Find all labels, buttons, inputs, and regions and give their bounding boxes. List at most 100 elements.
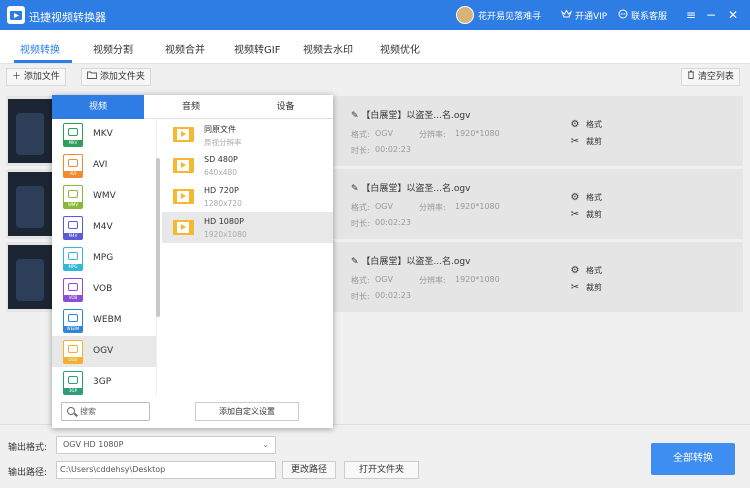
user-name[interactable]: 花开易见落难寻 xyxy=(478,9,541,22)
avatar[interactable] xyxy=(456,6,474,24)
quality-title: HD 720P xyxy=(204,186,239,195)
format-action[interactable]: ⚙ 格式 xyxy=(569,119,602,130)
gear-icon: ⚙ xyxy=(570,265,580,276)
close-icon[interactable]: ✕ xyxy=(724,6,742,24)
add-file-button[interactable]: ＋ 添加文件 xyxy=(6,68,66,86)
change-path-button[interactable]: 更改路径 xyxy=(282,461,336,479)
popup-tab-audio[interactable]: 音频 xyxy=(144,95,238,119)
gear-icon: ⚙ xyxy=(570,192,580,203)
quality-item-original[interactable]: 同原文件 原视分辨率 xyxy=(162,119,333,150)
tab-video-optimize[interactable]: 视频优化 xyxy=(380,41,420,56)
format-action[interactable]: ⚙ 格式 xyxy=(569,192,602,203)
popup-tab-video[interactable]: 视频 xyxy=(52,95,144,119)
quality-item-480p[interactable]: SD 480P 640x480 xyxy=(162,150,333,181)
file-name: ✎ 【白展堂】以盗圣...名.ogv xyxy=(351,184,471,194)
format-item-3gp[interactable]: 3GP 3GP xyxy=(52,367,156,395)
clear-list-button[interactable]: 清空列表 xyxy=(681,68,740,86)
active-tab-indicator xyxy=(14,60,72,63)
format-item-mkv[interactable]: MKV MKV xyxy=(52,119,156,150)
output-path-field[interactable]: C:\Users\cddehsy\Desktop xyxy=(56,461,276,479)
scissors-icon: ✂ xyxy=(570,282,580,293)
format-item-m4v[interactable]: M4V M4V xyxy=(52,212,156,243)
video-file-icon xyxy=(173,220,194,235)
duration-label: 时长: xyxy=(351,146,370,155)
format-item-wmv[interactable]: WMV WMV xyxy=(52,181,156,212)
add-file-label: 添加文件 xyxy=(23,72,60,82)
quality-title: 同原文件 xyxy=(204,125,236,134)
format-item-vob[interactable]: VOB VOB xyxy=(52,274,156,305)
vip-button[interactable]: 开通VIP xyxy=(560,9,608,22)
format-label: WEBM xyxy=(93,315,122,325)
quality-resolution: 640x480 xyxy=(204,168,238,177)
cut-action-label: 裁剪 xyxy=(586,210,602,219)
format-label: MKV xyxy=(93,129,113,139)
format-action-label: 格式 xyxy=(586,193,602,202)
format-list: MKV MKV AVI AVI WMV WMV M4V M4V MPG MPG VOB VO… xyxy=(52,119,157,395)
plus-icon: ＋ xyxy=(12,72,22,82)
format-label: AVI xyxy=(93,160,108,170)
clear-list-label: 清空列表 xyxy=(697,72,734,82)
quality-resolution: 1920x1080 xyxy=(204,230,247,239)
search-placeholder: 搜索 xyxy=(80,407,96,416)
menu-icon[interactable]: ≡ xyxy=(682,6,700,24)
tab-video-to-gif[interactable]: 视频转GIF xyxy=(234,41,280,56)
format-label: MPG xyxy=(93,253,114,263)
resolution-value: 1920*1080 xyxy=(455,202,500,211)
cut-action-label: 裁剪 xyxy=(586,283,602,292)
app-logo-icon xyxy=(7,6,25,24)
vip-label: 开通VIP xyxy=(575,12,608,22)
output-format-label: 输出格式: xyxy=(8,443,48,453)
scissors-icon: ✂ xyxy=(570,209,580,220)
user-info[interactable]: 花开易见落难寻 xyxy=(456,6,541,24)
cut-action[interactable]: ✂ 裁剪 xyxy=(569,282,602,293)
format-label: 格式: xyxy=(351,203,370,212)
format-action[interactable]: ⚙ 格式 xyxy=(569,265,602,276)
duration-label: 时长: xyxy=(351,219,370,228)
format-list-scrollbar[interactable] xyxy=(156,158,160,317)
add-custom-setting-button[interactable]: 添加自定义设置 xyxy=(195,402,299,421)
format-item-ogv[interactable]: OGV OGV xyxy=(52,336,156,367)
format-label: 3GP xyxy=(93,377,112,387)
output-path-value: C:\Users\cddehsy\Desktop xyxy=(60,465,166,474)
format-label: WMV xyxy=(93,191,116,201)
duration-value: 00:02:23 xyxy=(375,145,411,154)
format-value: OGV xyxy=(375,129,393,138)
wmv-file-icon: WMV xyxy=(63,185,83,209)
chevron-down-icon: ⌄ xyxy=(262,440,269,449)
output-format-select[interactable]: OGV HD 1080P ⌄ xyxy=(56,436,276,454)
bottom-bar: 输出格式: OGV HD 1080P ⌄ 输出路径: C:\Users\cdde… xyxy=(0,424,750,488)
cut-action[interactable]: ✂ 裁剪 xyxy=(569,136,602,147)
output-path-label: 输出路径: xyxy=(8,468,48,478)
convert-all-button[interactable]: 全部转换 xyxy=(651,443,735,475)
quality-item-720p[interactable]: HD 720P 1280x720 xyxy=(162,181,333,212)
webm-file-icon: WEBM xyxy=(63,309,83,333)
format-item-webm[interactable]: WEBM WEBM xyxy=(52,305,156,336)
support-button[interactable]: 联系客服 xyxy=(618,9,667,22)
edit-icon[interactable]: ✎ xyxy=(351,111,361,121)
format-item-mpg[interactable]: MPG MPG xyxy=(52,243,156,274)
format-label: 格式: xyxy=(351,130,370,139)
file-name: ✎ 【白展堂】以盗圣...名.ogv xyxy=(351,257,471,267)
mkv-file-icon: MKV xyxy=(63,123,83,147)
quality-item-1080p[interactable]: HD 1080P 1920x1080 xyxy=(162,212,333,243)
quality-resolution: 原视分辨率 xyxy=(204,138,242,147)
popup-tab-device[interactable]: 设备 xyxy=(238,95,333,119)
resolution-label: 分辨率: xyxy=(419,276,446,285)
tab-video-merge[interactable]: 视频合并 xyxy=(165,41,205,56)
open-folder-button[interactable]: 打开文件夹 xyxy=(344,461,419,479)
scissors-icon: ✂ xyxy=(570,136,580,147)
tab-video-split[interactable]: 视频分割 xyxy=(93,41,133,56)
add-folder-button[interactable]: 添加文件夹 xyxy=(81,68,151,86)
format-value: OGV xyxy=(375,275,393,284)
cut-action[interactable]: ✂ 裁剪 xyxy=(569,209,602,220)
tab-remove-watermark[interactable]: 视频去水印 xyxy=(303,41,353,56)
duration-value: 00:02:23 xyxy=(375,291,411,300)
edit-icon[interactable]: ✎ xyxy=(351,257,361,267)
format-value: OGV xyxy=(375,202,393,211)
minimize-icon[interactable]: − xyxy=(702,6,720,24)
trash-icon xyxy=(687,70,698,82)
format-search-input[interactable]: 搜索 xyxy=(61,402,150,421)
format-item-avi[interactable]: AVI AVI xyxy=(52,150,156,181)
edit-icon[interactable]: ✎ xyxy=(351,184,361,194)
tab-video-convert[interactable]: 视频转换 xyxy=(20,41,60,56)
